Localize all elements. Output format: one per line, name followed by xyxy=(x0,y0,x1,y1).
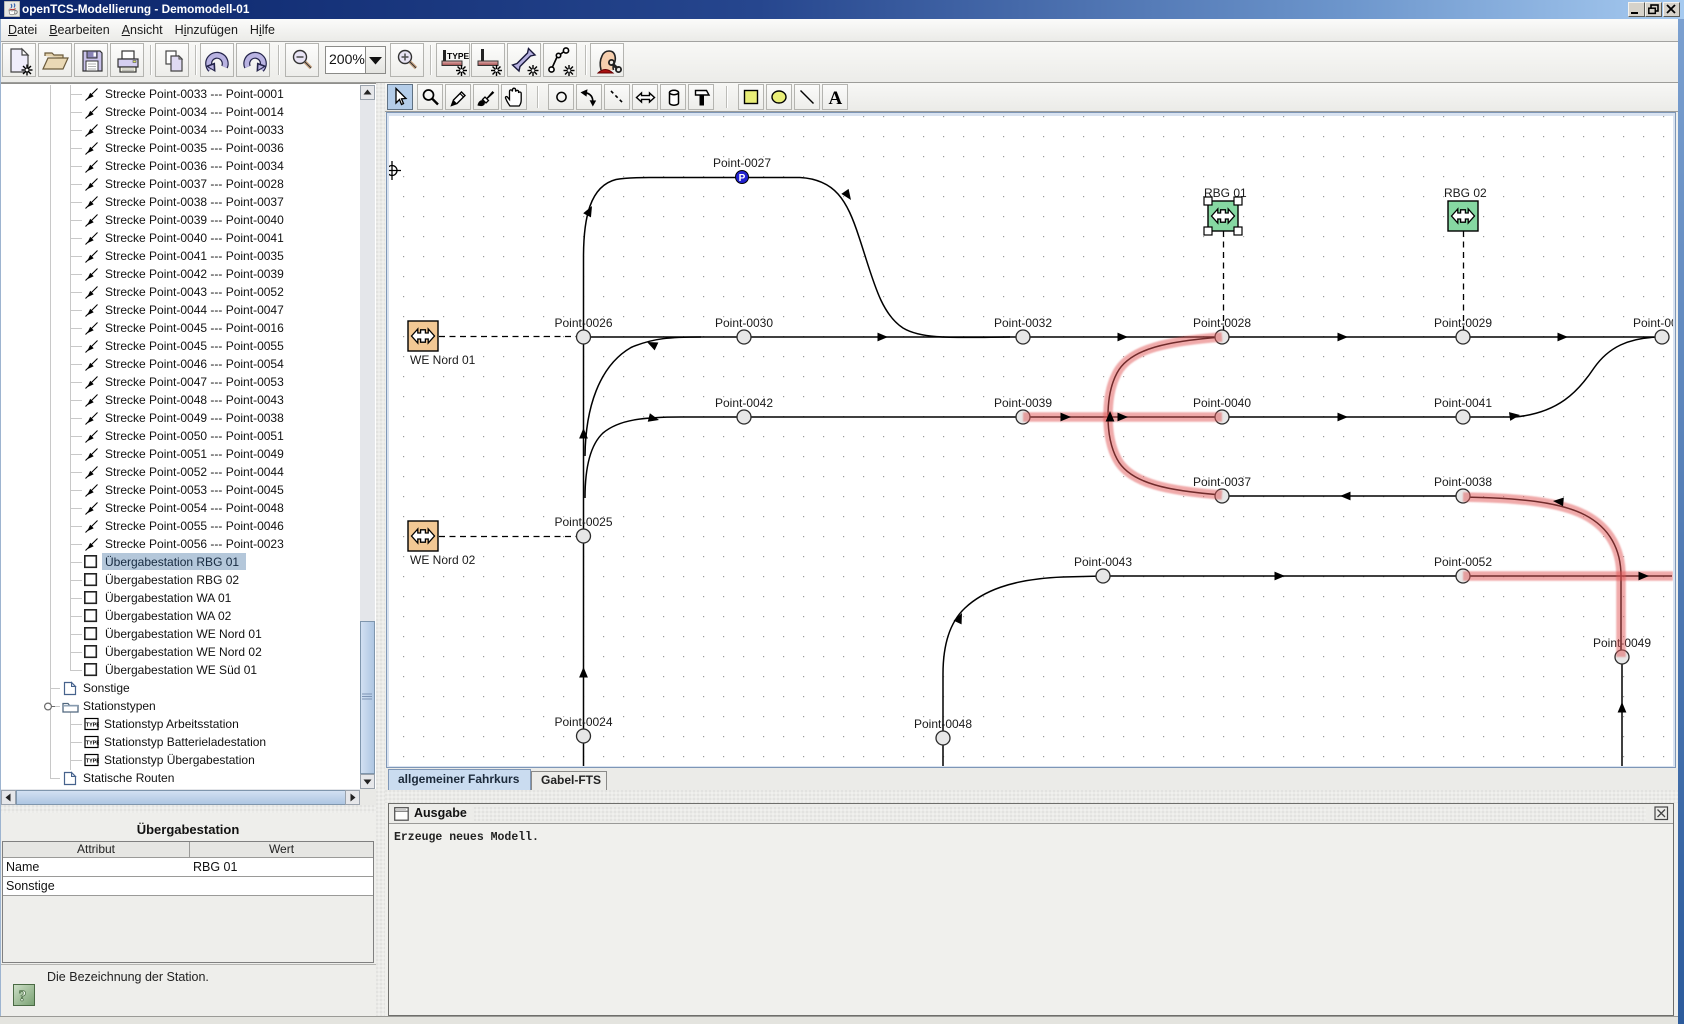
svg-text:TYPE: TYPE xyxy=(86,740,99,746)
svg-text:Point-0032: Point-0032 xyxy=(994,316,1052,330)
svg-text:Point-0037: Point-0037 xyxy=(1193,475,1251,489)
svg-text:Point-0048: Point-0048 xyxy=(914,717,972,731)
svg-text:TYPE: TYPE xyxy=(86,722,99,728)
svg-text:WE Nord 01: WE Nord 01 xyxy=(410,353,476,367)
svg-text:Point-0038: Point-0038 xyxy=(1434,475,1492,489)
svg-text:Point-0029: Point-0029 xyxy=(1434,316,1492,330)
svg-text:Point-0025: Point-0025 xyxy=(554,515,612,529)
svg-text:Point-0042: Point-0042 xyxy=(715,396,773,410)
svg-text:WE Nord 02: WE Nord 02 xyxy=(410,553,476,567)
svg-text:Point-0026: Point-0026 xyxy=(554,316,612,330)
svg-text:RBG 02: RBG 02 xyxy=(1444,186,1487,200)
svg-text:Point-0028: Point-0028 xyxy=(1193,316,1251,330)
svg-text:Point-0043: Point-0043 xyxy=(1074,555,1132,569)
svg-text:Point-0040: Point-0040 xyxy=(1193,396,1251,410)
svg-text:Point-0039: Point-0039 xyxy=(994,396,1052,410)
svg-text:TYPE: TYPE xyxy=(447,51,469,61)
svg-text:Point-0052: Point-0052 xyxy=(1434,555,1492,569)
svg-text:Point-0030: Point-0030 xyxy=(715,316,773,330)
svg-text:?: ? xyxy=(19,988,27,1005)
svg-text:TYPE: TYPE xyxy=(86,758,99,764)
svg-text:Point-0041: Point-0041 xyxy=(1434,396,1492,410)
svg-text:Point-0024: Point-0024 xyxy=(554,715,612,729)
svg-text:Point-0044: Point-0044 xyxy=(1633,316,1673,330)
svg-text:A: A xyxy=(829,88,843,109)
svg-text:Point-0027: Point-0027 xyxy=(713,156,771,170)
svg-text:P: P xyxy=(739,173,746,184)
